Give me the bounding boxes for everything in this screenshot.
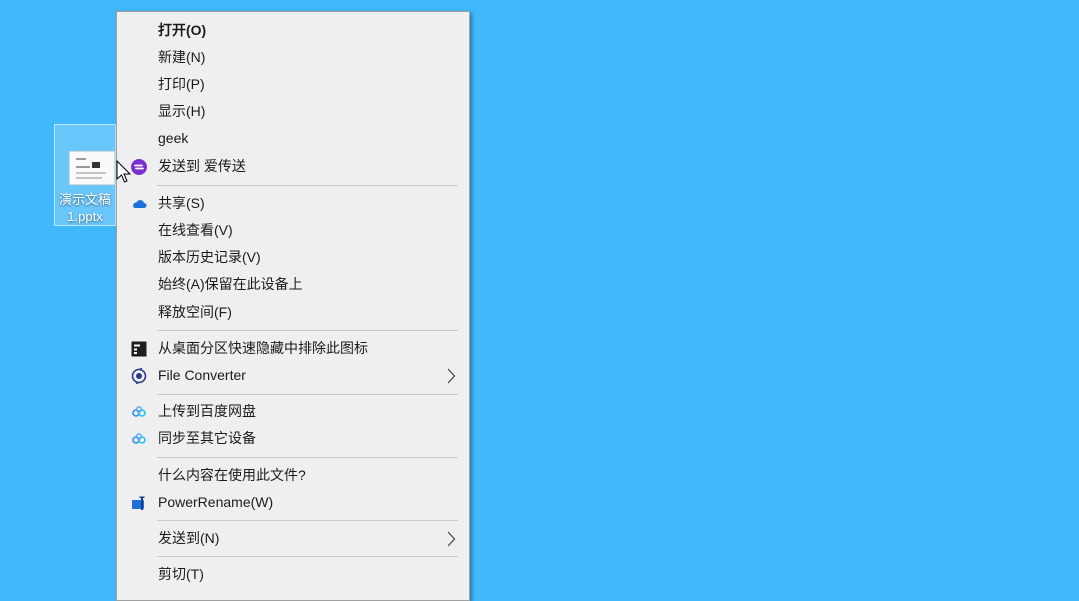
menu-item-label: 释放空间(F) xyxy=(158,304,232,320)
baidu-netdisk-icon xyxy=(132,406,146,417)
menu-item-sync-devices[interactable]: 同步至其它设备 xyxy=(118,425,468,452)
menu-separator xyxy=(157,330,458,331)
menu-item-show[interactable]: 显示(H) xyxy=(118,98,468,125)
menu-item-send-aichuansong[interactable]: 发送到 爱传送 xyxy=(118,153,468,180)
menu-item-share[interactable]: 共享(S) xyxy=(118,190,468,217)
menu-item-view-online[interactable]: 在线查看(V) xyxy=(118,217,468,244)
menu-separator xyxy=(157,520,458,521)
menu-item-label: 版本历史记录(V) xyxy=(158,249,261,265)
menu-item-label: 打印(P) xyxy=(158,76,205,92)
menu-separator xyxy=(157,394,458,395)
menu-item-label: 新建(N) xyxy=(158,49,206,65)
chevron-right-icon xyxy=(447,368,456,384)
onedrive-cloud-icon xyxy=(133,200,147,208)
menu-item-upload-baidu[interactable]: 上传到百度网盘 xyxy=(118,398,468,425)
menu-item-label: File Converter xyxy=(158,367,246,383)
menu-item-label: 从桌面分区快速隐藏中排除此图标 xyxy=(158,340,368,356)
menu-item-label: 在线查看(V) xyxy=(158,222,233,238)
pptx-thumbnail-icon xyxy=(69,151,115,185)
baidu-netdisk-icon xyxy=(132,433,146,444)
powerrename-icon xyxy=(132,496,145,510)
menu-item-free-space[interactable]: 释放空间(F) xyxy=(118,299,468,326)
menu-item-label: 打开(O) xyxy=(158,22,207,38)
menu-item-label: 什么内容在使用此文件? xyxy=(158,467,306,483)
menu-item-label: 发送到(N) xyxy=(158,530,220,546)
menu-item-label: geek xyxy=(158,130,189,146)
menu-item-always-keep[interactable]: 始终(A)保留在此设备上 xyxy=(118,271,468,298)
menu-item-print[interactable]: 打印(P) xyxy=(118,71,468,98)
file-name-line2: 1.pptx xyxy=(67,209,103,224)
menu-item-fences-exclude[interactable]: 从桌面分区快速隐藏中排除此图标 xyxy=(118,335,468,362)
menu-item-geek[interactable]: geek xyxy=(118,125,468,152)
menu-item-label: 同步至其它设备 xyxy=(158,430,256,446)
menu-item-file-converter[interactable]: File Converter xyxy=(118,362,468,389)
menu-item-label: PowerRename(W) xyxy=(158,494,274,510)
menu-item-label: 显示(H) xyxy=(158,103,206,119)
mouse-cursor-icon xyxy=(116,160,132,183)
menu-item-label: 发送到 爱传送 xyxy=(158,158,246,174)
menu-item-send-to[interactable]: 发送到(N) xyxy=(118,525,468,552)
menu-item-label: 始终(A)保留在此设备上 xyxy=(158,276,303,292)
menu-separator xyxy=(157,185,458,186)
menu-item-what-uses-file[interactable]: 什么内容在使用此文件? xyxy=(118,462,468,489)
menu-item-version-history[interactable]: 版本历史记录(V) xyxy=(118,244,468,271)
file-converter-icon xyxy=(131,368,147,384)
desktop-file-icon[interactable]: 演示文稿 1.pptx xyxy=(54,124,116,226)
menu-item-powerrename[interactable]: PowerRename(W) xyxy=(118,489,468,516)
file-name-line1: 演示文稿 xyxy=(58,192,111,207)
menu-item-label: 上传到百度网盘 xyxy=(158,403,256,419)
fences-icon xyxy=(131,341,147,357)
aichuansong-icon xyxy=(131,159,147,175)
menu-separator xyxy=(157,556,458,557)
context-menu: 打开(O) 新建(N) 打印(P) 显示(H) geek 发送到 爱传送 共享(… xyxy=(116,11,470,601)
chevron-right-icon xyxy=(447,531,456,547)
menu-separator xyxy=(157,457,458,458)
desktop-file-label: 演示文稿 1.pptx xyxy=(55,191,115,225)
menu-item-label: 共享(S) xyxy=(158,195,205,211)
menu-item-open[interactable]: 打开(O) xyxy=(118,17,468,44)
menu-item-new[interactable]: 新建(N) xyxy=(118,44,468,71)
